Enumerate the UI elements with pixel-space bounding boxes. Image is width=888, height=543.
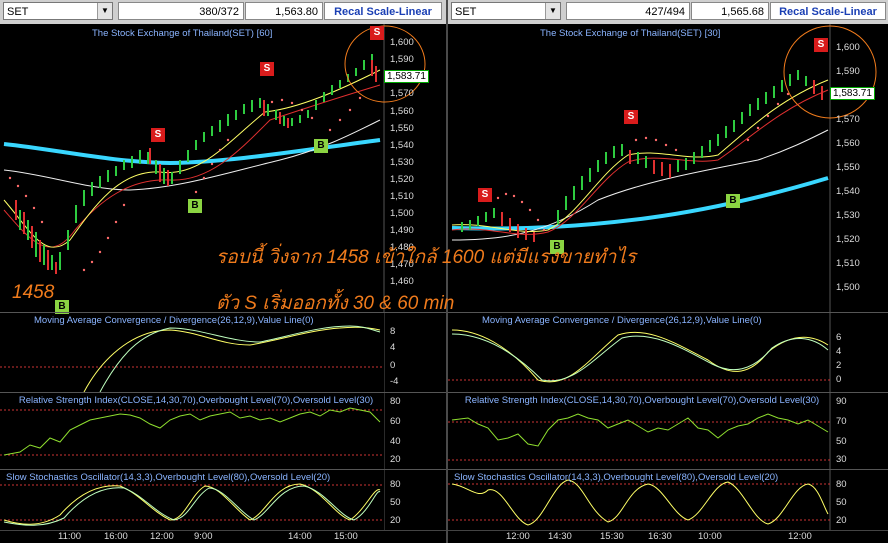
price-tick: 1,570 <box>836 114 860 125</box>
buy-signal-marker: B <box>188 199 202 213</box>
divider <box>448 392 888 393</box>
sto-tick: 80 <box>836 479 847 490</box>
price-tick: 1,600 <box>836 42 860 53</box>
time-tick: 9:00 <box>194 531 213 542</box>
left-rsi-axis: 80 60 40 20 <box>386 392 444 469</box>
right-current-price-label: 1,583.71 <box>830 87 875 100</box>
time-tick: 15:00 <box>334 531 358 542</box>
time-tick: 10:00 <box>698 531 722 542</box>
macd-tick: 0 <box>836 374 842 385</box>
sto-tick: 20 <box>390 515 401 526</box>
rsi-tick: 50 <box>836 436 847 447</box>
left-rsi-title: Relative Strength Index(CLOSE,14,30,70),… <box>18 395 374 406</box>
rsi-tick: 80 <box>390 396 401 407</box>
price-tick: 1,510 <box>390 191 414 202</box>
macd-tick: 4 <box>390 342 396 353</box>
price-tick: 1,570 <box>390 88 414 99</box>
divider <box>0 392 446 393</box>
right-macd-title: Moving Average Convergence / Divergence(… <box>482 315 762 326</box>
time-tick: 11:00 <box>58 531 82 542</box>
time-tick: 14:00 <box>288 531 312 542</box>
price-tick: 1,530 <box>390 157 414 168</box>
price-tick: 1,490 <box>390 225 414 236</box>
sell-signal-marker: S <box>624 110 638 124</box>
price-tick: 1,460 <box>390 276 414 287</box>
left-stochastic-axis: 80 50 20 <box>386 469 444 531</box>
left-time-axis: 11:00 16:00 12:00 9:00 14:00 15:00 <box>0 530 446 543</box>
right-rsi-axis: 90 70 50 30 <box>832 392 888 469</box>
time-tick: 15:30 <box>600 531 624 542</box>
price-tick: 1,590 <box>390 54 414 65</box>
macd-tick: 8 <box>390 326 396 337</box>
left-chart-title: The Stock Exchange of Thailand(SET) [60] <box>92 28 273 39</box>
sell-signal-marker: S <box>151 128 165 142</box>
right-price-axis: 1,600 1,590 1,570 1,560 1,550 1,540 1,53… <box>832 24 888 312</box>
right-rsi-title: Relative Strength Index(CLOSE,14,30,70),… <box>464 395 820 406</box>
right-stochastic-axis: 80 50 20 <box>832 469 888 531</box>
time-tick: 12:00 <box>788 531 812 542</box>
right-time-axis: 12:00 14:30 15:30 16:30 10:00 12:00 <box>448 530 888 543</box>
price-tick: 1,500 <box>390 208 414 219</box>
sto-tick: 50 <box>390 497 401 508</box>
sell-signal-marker: S <box>260 62 274 76</box>
buy-signal-marker: B <box>314 139 328 153</box>
price-tick: 1,540 <box>836 186 860 197</box>
rsi-tick: 90 <box>836 396 847 407</box>
time-tick: 12:00 <box>150 531 174 542</box>
price-tick: 1,560 <box>836 138 860 149</box>
rsi-tick: 60 <box>390 416 401 427</box>
macd-tick: 0 <box>390 360 396 371</box>
price-tick: 1,550 <box>836 162 860 173</box>
right-stochastic-title: Slow Stochastics Oscillator(14,3,3),Over… <box>454 472 779 483</box>
divider <box>448 469 888 470</box>
time-tick: 12:00 <box>506 531 530 542</box>
time-tick: 16:30 <box>648 531 672 542</box>
divider <box>0 469 446 470</box>
rsi-tick: 20 <box>390 454 401 465</box>
annotation-line-2: ตัว S เริ่มออกทั้ง 30 & 60 min <box>216 293 455 314</box>
divider <box>448 312 888 313</box>
price-tick: 1,560 <box>390 106 414 117</box>
price-tick: 1,590 <box>836 66 860 77</box>
sell-signal-marker: S <box>478 188 492 202</box>
left-stochastic-title: Slow Stochastics Oscillator(14,3,3),Over… <box>6 472 331 483</box>
macd-tick: 4 <box>836 346 842 357</box>
low-annotation: 1458 <box>12 282 55 303</box>
sto-tick: 50 <box>836 497 847 508</box>
price-tick: 1,540 <box>390 140 414 151</box>
macd-tick: 6 <box>836 332 842 343</box>
price-tick: 1,510 <box>836 258 860 269</box>
price-tick: 1,550 <box>390 123 414 134</box>
rsi-tick: 70 <box>836 416 847 427</box>
price-tick: 1,500 <box>836 282 860 293</box>
sto-tick: 20 <box>836 515 847 526</box>
left-current-price-label: 1,583.71 <box>384 70 429 83</box>
sell-signal-marker: S <box>370 26 384 40</box>
price-tick: 1,520 <box>390 174 414 185</box>
right-macd-axis: 6 4 2 0 <box>832 312 888 392</box>
rsi-tick: 30 <box>836 454 847 465</box>
right-chart-title: The Stock Exchange of Thailand(SET) [30] <box>540 28 721 39</box>
macd-tick: 2 <box>836 360 842 371</box>
sto-tick: 80 <box>390 479 401 490</box>
rsi-tick: 40 <box>390 436 401 447</box>
price-tick: 1,530 <box>836 210 860 221</box>
price-tick: 1,600 <box>390 37 414 48</box>
time-tick: 16:00 <box>104 531 128 542</box>
buy-signal-marker: B <box>726 194 740 208</box>
sell-signal-marker: S <box>814 38 828 52</box>
left-macd-axis: 8 4 0 -4 <box>386 312 444 392</box>
price-tick: 1,520 <box>836 234 860 245</box>
time-tick: 14:30 <box>548 531 572 542</box>
macd-tick: -4 <box>390 376 399 387</box>
annotation-line-1: รอบนี้ วิ่งจาก 1458 เข้าใกล้ 1600 แต่มีแ… <box>216 247 637 268</box>
